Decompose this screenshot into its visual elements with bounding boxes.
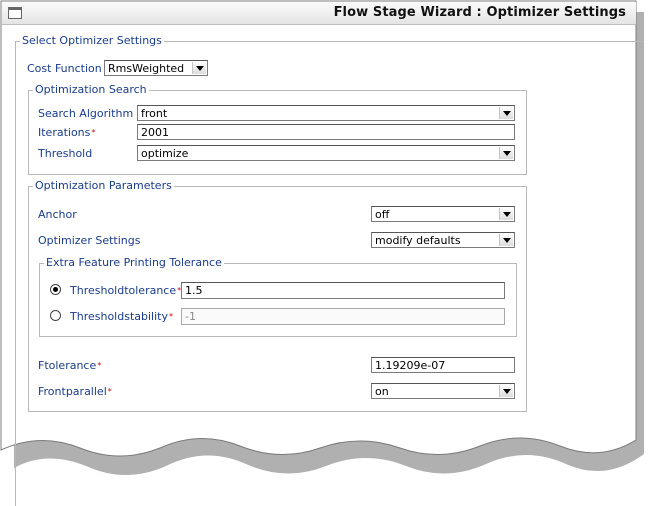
anchor-dropdown[interactable]: off — [371, 206, 515, 222]
window-title: Flow Stage Wizard : Optimizer Settings — [333, 5, 626, 20]
extra-feature-printing-tolerance-legend: Extra Feature Printing Tolerance — [46, 256, 222, 269]
thresholdtolerance-value: 1.5 — [185, 284, 203, 297]
iterations-label-text: Iterations — [38, 126, 91, 139]
iterations-input[interactable]: 2001 — [137, 124, 515, 140]
frontparallel-dropdown[interactable]: on — [371, 383, 515, 399]
threshold-value: optimize — [141, 147, 189, 160]
title-bar[interactable]: Flow Stage Wizard : Optimizer Settings — [2, 2, 636, 25]
chevron-down-icon[interactable] — [499, 385, 513, 397]
thresholdstability-value: -1 — [185, 310, 196, 323]
search-algorithm-label: Search Algorithm — [38, 107, 134, 120]
chevron-down-icon[interactable] — [192, 62, 206, 74]
search-algorithm-dropdown[interactable]: front — [137, 105, 515, 121]
thresholdstability-label-text: Thresholdstability — [70, 310, 168, 323]
optimization-parameters-legend: Optimization Parameters — [35, 179, 172, 192]
chevron-down-icon[interactable] — [499, 147, 513, 159]
search-algorithm-value: front — [141, 107, 168, 120]
frontparallel-value: on — [375, 385, 389, 398]
optimizer-settings-value: modify defaults — [375, 234, 461, 247]
anchor-value: off — [375, 208, 390, 221]
optimization-search-legend: Optimization Search — [35, 83, 147, 96]
iterations-label: Iterations* — [38, 126, 95, 139]
ftolerance-label-text: Ftolerance — [38, 359, 97, 372]
thresholdtolerance-input[interactable]: 1.5 — [181, 282, 505, 299]
chevron-down-icon[interactable] — [499, 234, 513, 246]
thresholdtolerance-label-text: Thresholdtolerance — [70, 284, 177, 297]
cost-function-label: Cost Function — [27, 62, 102, 75]
frontparallel-label-text: Frontparallel — [38, 385, 107, 398]
thresholdtolerance-radio[interactable] — [50, 284, 61, 295]
cost-function-value: RmsWeighted — [108, 62, 185, 75]
chevron-down-icon[interactable] — [499, 208, 513, 220]
required-marker: * — [107, 387, 112, 396]
required-marker: * — [91, 128, 96, 137]
select-optimizer-settings-legend: Select Optimizer Settings — [22, 34, 162, 47]
threshold-dropdown[interactable]: optimize — [137, 145, 515, 161]
anchor-label: Anchor — [38, 208, 77, 221]
window-icon[interactable] — [8, 7, 22, 19]
chevron-down-icon[interactable] — [499, 107, 513, 119]
threshold-label: Threshold — [38, 147, 93, 160]
ftolerance-input[interactable]: 1.19209e-07 — [371, 357, 515, 373]
cost-function-dropdown[interactable]: RmsWeighted — [104, 60, 208, 76]
optimizer-settings-label: Optimizer Settings — [38, 234, 141, 247]
frontparallel-label: Frontparallel* — [38, 385, 112, 398]
required-marker: * — [97, 361, 102, 370]
thresholdstability-input[interactable]: -1 — [181, 308, 505, 325]
optimizer-settings-dropdown[interactable]: modify defaults — [371, 232, 515, 248]
thresholdstability-radio[interactable] — [50, 310, 61, 321]
wizard-content: Select Optimizer Settings Cost Function … — [2, 25, 644, 506]
required-marker: * — [168, 312, 173, 321]
ftolerance-label: Ftolerance* — [38, 359, 101, 372]
thresholdtolerance-label: Thresholdtolerance* — [70, 284, 181, 297]
iterations-value: 2001 — [141, 126, 169, 139]
thresholdstability-label: Thresholdstability* — [70, 310, 173, 323]
ftolerance-value: 1.19209e-07 — [375, 359, 446, 372]
